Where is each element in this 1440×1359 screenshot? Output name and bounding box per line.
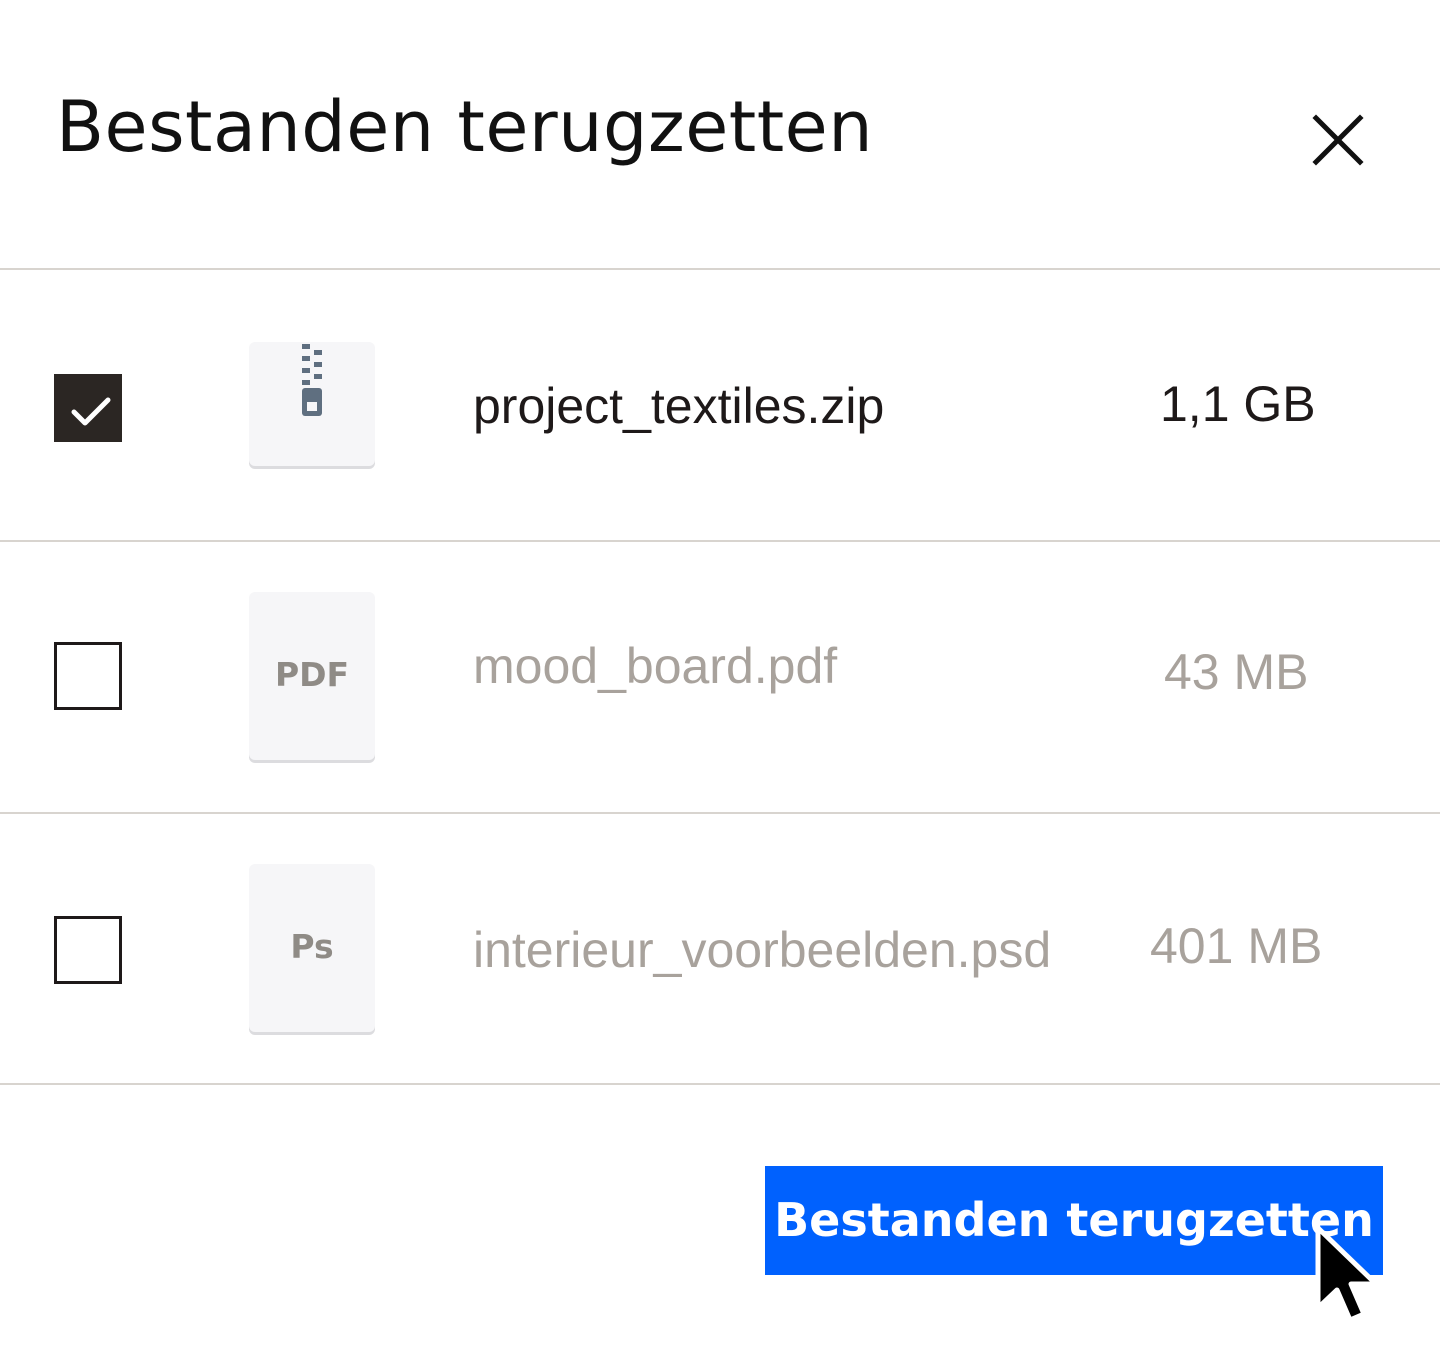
divider: [0, 1083, 1440, 1085]
file-checkbox-checked[interactable]: [54, 374, 122, 442]
file-name: mood_board.pdf: [473, 638, 838, 694]
file-checkbox[interactable]: [54, 642, 122, 710]
restore-files-dialog: Bestanden terugzetten project_textiles.z…: [0, 0, 1440, 1359]
file-size: 401 MB: [1150, 918, 1323, 974]
restore-files-button[interactable]: Bestanden terugzetten: [765, 1166, 1383, 1275]
file-checkbox[interactable]: [54, 916, 122, 984]
thumb-label: PDF: [274, 655, 350, 694]
file-size: 43 MB: [1164, 644, 1309, 700]
file-size: 1,1 GB: [1160, 376, 1316, 432]
checkmark-icon: [57, 377, 119, 445]
psd-file-icon: Ps: [249, 864, 375, 1032]
file-name: interieur_voorbeelden.psd: [473, 922, 1052, 978]
zip-file-icon: [249, 342, 375, 466]
thumb-label: Ps: [290, 927, 334, 966]
file-row[interactable]: project_textiles.zip 1,1 GB: [0, 270, 1440, 540]
close-button[interactable]: [1306, 108, 1370, 172]
file-row[interactable]: PDF mood_board.pdf 43 MB: [0, 542, 1440, 812]
dialog-title: Bestanden terugzetten: [56, 86, 874, 168]
close-icon: [1306, 108, 1370, 172]
file-name: project_textiles.zip: [473, 378, 885, 434]
file-row[interactable]: Ps interieur_voorbeelden.psd 401 MB: [0, 814, 1440, 1084]
pdf-file-icon: PDF: [249, 592, 375, 760]
mouse-pointer-icon: [1312, 1222, 1392, 1332]
